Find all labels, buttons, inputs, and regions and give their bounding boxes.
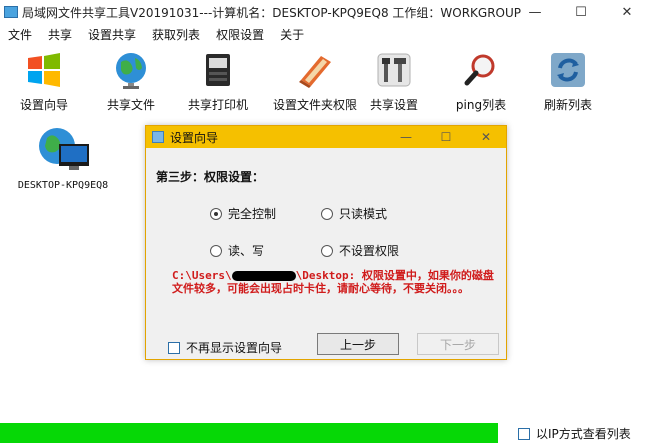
globe-icon (116, 53, 146, 89)
dialog-controls: — ☐ ✕ (386, 126, 506, 148)
refresh-list-label: 刷新列表 (543, 98, 592, 112)
checkbox-icon (168, 341, 180, 354)
option-no-permission[interactable]: 不设置权限 (321, 242, 399, 259)
warning-message: C:\Users\ \Desktop: 权限设置中，如果你的磁盘文件较多，可能会出… (172, 269, 502, 295)
app-icon (4, 6, 18, 18)
redacted-username (231, 271, 296, 281)
share-settings-label: 共享设置 (369, 98, 418, 112)
computer-name: DESKTOP-KPQ9EQ8 (17, 180, 109, 191)
refresh-icon (551, 53, 585, 87)
ip-view-label: 以IP方式查看列表 (536, 427, 631, 441)
progress-bar (0, 423, 498, 443)
refresh-list-button[interactable]: 刷新列表 (528, 46, 608, 118)
next-button[interactable]: 下一步 (417, 333, 499, 355)
option-read-only[interactable]: 只读模式 (321, 205, 387, 222)
share-printer-button[interactable]: 共享打印机 (178, 46, 258, 118)
ping-list-button[interactable]: ping列表 (441, 46, 521, 118)
dialog-maximize-button[interactable]: ☐ (426, 126, 466, 148)
minimize-button[interactable]: — (512, 0, 558, 24)
ping-list-label: ping列表 (455, 98, 507, 112)
warning-path: C:\Users\ (172, 269, 232, 282)
folder-permission-button[interactable]: 设置文件夹权限 (265, 46, 365, 118)
menu-permission[interactable]: 权限设置 (208, 26, 272, 43)
checkbox-icon (518, 427, 530, 440)
list-item[interactable]: DESKTOP-KPQ9EQ8 (8, 126, 118, 191)
wizard-button[interactable]: 设置向导 (4, 46, 84, 118)
radio-icon (321, 207, 333, 220)
dialog-close-button[interactable]: ✕ (466, 126, 506, 148)
step-title: 第三步：权限设置： (156, 170, 265, 184)
previous-button[interactable]: 上一步 (317, 333, 399, 355)
dont-show-wizard-checkbox[interactable]: 不再显示设置向导 (168, 339, 282, 356)
menu-bar: 文件 共享 设置共享 获取列表 权限设置 关于 (0, 24, 650, 44)
option-label: 不设置权限 (339, 244, 400, 258)
share-printer-label: 共享打印机 (187, 98, 248, 112)
windows-logo-icon (28, 53, 60, 87)
share-settings-button[interactable]: 共享设置 (354, 46, 434, 118)
printer-icon (206, 54, 230, 86)
option-label: 完全控制 (228, 207, 277, 221)
window-controls: — ☐ ✕ (512, 0, 650, 24)
menu-about[interactable]: 关于 (272, 26, 312, 43)
share-file-label: 共享文件 (106, 98, 155, 112)
tools-icon (377, 53, 411, 87)
option-full-control[interactable]: 完全控制 (210, 205, 276, 222)
radio-icon (321, 244, 333, 257)
computer-icon (39, 128, 89, 170)
menu-set-share[interactable]: 设置共享 (80, 26, 144, 43)
dialog-icon (152, 131, 164, 143)
menu-share[interactable]: 共享 (40, 26, 80, 43)
dialog-minimize-button[interactable]: — (386, 126, 426, 148)
close-button[interactable]: ✕ (604, 0, 650, 24)
progress-fill (0, 423, 498, 443)
setup-wizard-dialog: 设置向导 — ☐ ✕ 第三步：权限设置： 完全控制 只读模式 读、写 不设置权限… (145, 125, 507, 360)
folder-permission-label: 设置文件夹权限 (272, 98, 357, 112)
dialog-title-bar: 设置向导 — ☐ ✕ (146, 126, 506, 148)
title-bar: 局域网文件共享工具V20191031---计算机名：DESKTOP-KPQ9EQ… (0, 0, 650, 24)
menu-get-list[interactable]: 获取列表 (144, 26, 208, 43)
window-title: 局域网文件共享工具V20191031---计算机名：DESKTOP-KPQ9EQ… (22, 5, 522, 20)
ip-view-checkbox[interactable]: 以IP方式查看列表 (518, 425, 631, 442)
maximize-button[interactable]: ☐ (558, 0, 604, 24)
wizard-label: 设置向导 (19, 98, 68, 112)
status-bar: 以IP方式查看列表 (0, 421, 650, 445)
toolbar: 设置向导 共享文件 共享打印机 设置文件夹权限 共享设置 ping列表 刷新列表 (0, 46, 650, 118)
menu-file[interactable]: 文件 (0, 26, 40, 43)
folder-icon (299, 56, 331, 88)
dont-show-label: 不再显示设置向导 (186, 341, 283, 355)
dialog-title: 设置向导 (170, 130, 219, 145)
option-label: 读、写 (228, 244, 265, 258)
magnifier-icon (464, 54, 495, 86)
option-read-write[interactable]: 读、写 (210, 242, 264, 259)
radio-checked-icon (210, 207, 222, 220)
option-label: 只读模式 (339, 207, 388, 221)
share-file-button[interactable]: 共享文件 (91, 46, 171, 118)
radio-icon (210, 244, 222, 257)
